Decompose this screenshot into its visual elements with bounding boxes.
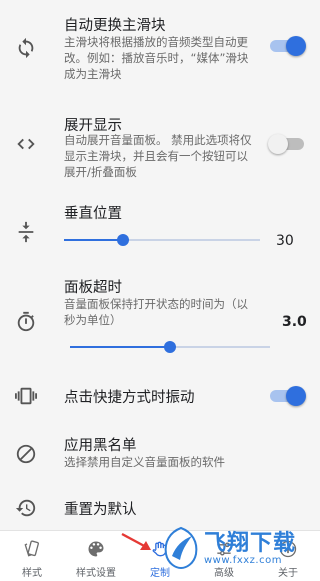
vibrate-title: 点击快捷方式时振动 [64,390,195,406]
auto-switch-title: 自动更换主滑块 [64,18,166,34]
expand-desc: 自动展开音量面板。 禁用此选项将仅显示主滑块，并且会有一个按钮可以展开/折叠面板 [64,133,252,179]
restore-icon [14,496,38,520]
expand-toggle[interactable] [268,134,304,154]
panel-timeout-thumb[interactable] [164,341,176,353]
vertical-position-row: 垂直位置 30 [0,196,320,262]
panel-timeout-row: 面板超时 音量面板保持打开状态的时间为（以秒为单位） 3.0 [0,270,320,362]
blacklist-title: 应用黑名单 [64,438,137,454]
tab-style[interactable]: 样式 [0,531,64,581]
panel-timeout-slider[interactable] [70,340,270,354]
vibration-icon [14,384,38,408]
tab-style-settings-label: 样式设置 [76,568,116,579]
reset-title: 重置为默认 [64,502,137,518]
panel-timeout-value: 3.0 [282,314,307,330]
sync-icon [14,36,38,60]
style-cards-icon [22,539,42,559]
expand-row[interactable]: 展开显示 自动展开音量面板。 禁用此选项将仅显示主滑块，并且会有一个按钮可以展开… [0,100,320,190]
palette-icon [86,539,106,559]
vibrate-row[interactable]: 点击快捷方式时振动 [0,370,320,420]
auto-switch-row[interactable]: 自动更换主滑块 主滑块将根据播放的音频类型自动更改。例如：播放音乐时，“媒体”滑… [0,0,320,96]
panel-timeout-desc: 音量面板保持打开状态的时间为（以秒为单位） [64,297,248,327]
watermark: 飞翔下载 www.fxxz.com [160,520,320,580]
settings-list: 自动更换主滑块 主滑块将根据播放的音频类型自动更改。例如：播放音乐时，“媒体”滑… [0,0,320,530]
expand-code-icon [14,132,38,156]
vertical-position-title: 垂直位置 [64,206,122,222]
vertical-position-thumb[interactable] [116,234,129,246]
panel-timeout-title: 面板超时 [64,280,122,296]
tab-style-label: 样式 [22,568,42,579]
vertical-position-value: 30 [276,233,294,249]
watermark-logo-icon [164,526,198,570]
vertical-position-slider[interactable] [64,233,260,247]
vibrate-toggle[interactable] [270,386,306,406]
watermark-url: www.fxxz.com [204,555,282,566]
blacklist-desc: 选择禁用自定义音量面板的软件 [64,455,225,469]
annotation-arrow [121,532,151,550]
auto-switch-toggle[interactable] [270,36,306,56]
block-icon [14,442,38,466]
timer-icon [14,310,38,334]
auto-switch-desc: 主滑块将根据播放的音频类型自动更改。例如：播放音乐时，“媒体”滑块成为主滑块 [64,35,249,81]
watermark-text: 飞翔下载 [204,531,297,556]
blacklist-row[interactable]: 应用黑名单 选择禁用自定义音量面板的软件 [0,426,320,480]
vertical-align-center-icon [14,220,38,244]
